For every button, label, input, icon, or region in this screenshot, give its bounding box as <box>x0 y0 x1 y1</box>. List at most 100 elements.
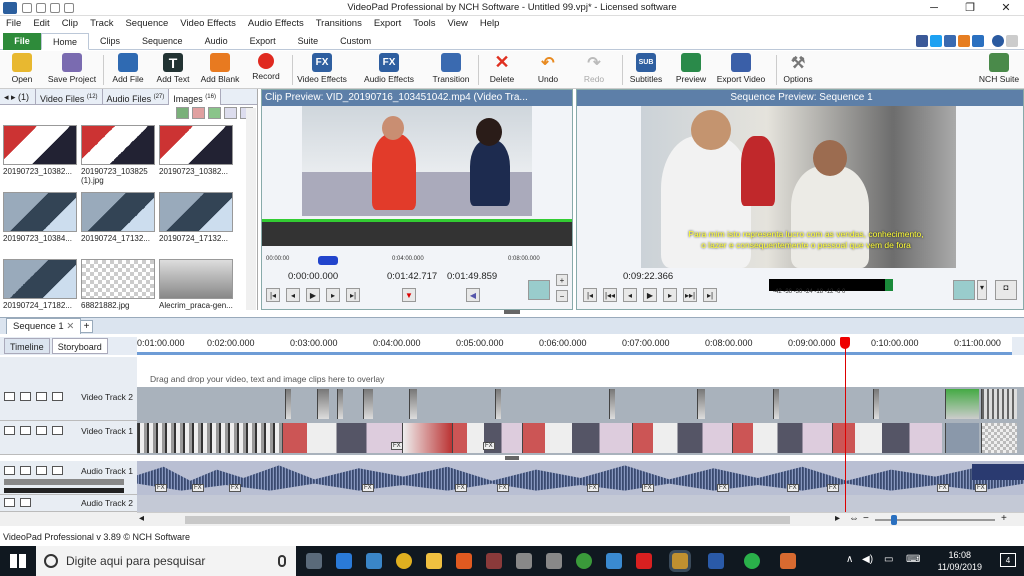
menu-transitions[interactable]: Transitions <box>310 16 368 31</box>
bin-item[interactable]: 20190723_10382... <box>159 125 237 188</box>
tab-suite[interactable]: Suite <box>287 33 330 50</box>
bin-item[interactable]: 20190723_10384... <box>3 192 81 255</box>
tab-home[interactable]: Home <box>41 32 90 50</box>
utorrent-icon[interactable] <box>576 553 592 569</box>
preview-button[interactable]: Preview <box>674 53 708 84</box>
menu-export[interactable]: Export <box>368 16 407 31</box>
tab-export[interactable]: Export <box>239 33 287 50</box>
whatsapp-icon[interactable] <box>744 553 760 569</box>
seq-display-dropdown-icon[interactable]: ▾ <box>977 280 987 300</box>
clip-mark-in-button[interactable]: ▼ <box>402 288 416 302</box>
track-splitter-handle[interactable] <box>505 456 519 460</box>
menu-audio-effects[interactable]: Audio Effects <box>242 16 310 31</box>
zoom-in-icon[interactable]: + <box>1001 513 1007 524</box>
taskbar-clock[interactable]: 16:08 11/09/2019 <box>938 549 982 573</box>
track-visibility-icon[interactable] <box>20 392 31 401</box>
video-clip[interactable] <box>632 423 732 453</box>
timeline-scrollbar[interactable]: ◂ ▸ ⇔ − + <box>137 512 1024 526</box>
scroll-thumb[interactable] <box>185 516 790 524</box>
menu-edit[interactable]: Edit <box>27 16 55 31</box>
help-icon[interactable] <box>992 35 1004 47</box>
audio-effects-button[interactable]: FX Audio Effects <box>362 53 416 84</box>
add-file-button[interactable]: Add File <box>110 53 146 84</box>
seq-display-mode-icon[interactable] <box>953 280 975 300</box>
zoom-slider-handle[interactable] <box>891 515 897 525</box>
track-volume-slider[interactable] <box>4 479 124 485</box>
zoom-out-icon[interactable]: − <box>863 513 869 524</box>
clip-place-on-sequence-icon[interactable] <box>528 280 550 300</box>
seq-prev-clip-button[interactable]: |◂◂ <box>603 288 617 302</box>
audio-clip[interactable] <box>972 464 1024 480</box>
scroll-left-icon[interactable]: ◂ <box>139 513 144 524</box>
menu-clip[interactable]: Clip <box>56 16 84 31</box>
bin-new-folder-icon[interactable] <box>208 107 221 119</box>
sequence-preview-video[interactable]: Para mim isto representa lucro com as ve… <box>641 106 956 268</box>
open-button[interactable]: Open <box>8 53 36 84</box>
bin-tab-all[interactable]: ◂ ▸ (1) <box>0 88 36 105</box>
minimize-button[interactable]: ─ <box>916 0 952 16</box>
sequence-tab[interactable]: Sequence 1 ✕ <box>6 318 82 334</box>
clip-end-button[interactable]: ▸| <box>346 288 360 302</box>
record-button[interactable]: Record <box>248 53 284 81</box>
transition-button[interactable]: Transition <box>430 53 472 84</box>
app-icon[interactable] <box>486 553 502 569</box>
track-lock-icon[interactable] <box>4 426 15 435</box>
video-track-1-lane[interactable]: FX FX <box>137 421 1024 455</box>
bin-tab-audio-files[interactable]: Audio Files (27) <box>103 88 170 105</box>
bin-list-view-icon[interactable] <box>224 107 237 119</box>
task-view-icon[interactable] <box>306 553 322 569</box>
tab-timeline[interactable]: Timeline <box>4 338 50 354</box>
track-lock-icon[interactable] <box>4 466 15 475</box>
bin-item[interactable]: 20190723_103825 (1).jpg <box>81 125 159 188</box>
track-visibility-icon[interactable] <box>20 426 31 435</box>
bin-add-icon[interactable] <box>176 107 189 119</box>
clip-play-button[interactable]: ▶ <box>306 288 320 302</box>
network-icon[interactable]: ▭ <box>884 554 893 565</box>
seq-start-button[interactable]: |◂ <box>583 288 597 302</box>
clip-in-out-marker[interactable] <box>318 256 338 265</box>
bin-item[interactable]: 20190724_17132... <box>81 192 159 255</box>
bin-item[interactable]: Alecrim_praca-gen... <box>159 259 237 322</box>
menu-tools[interactable]: Tools <box>407 16 441 31</box>
audio-track-1-lane[interactable]: FX FX FX FX FX FX FX FX FX FX FX FX FX <box>137 461 1024 495</box>
seq-step-back-button[interactable]: ◂ <box>623 288 637 302</box>
scroll-right-icon[interactable]: ▸ <box>835 513 840 524</box>
video-clip[interactable]: FX <box>452 423 522 453</box>
video-clip[interactable] <box>522 423 632 453</box>
tab-storyboard[interactable]: Storyboard <box>51 338 108 354</box>
audio-track-2-lane[interactable] <box>137 495 1024 512</box>
edge-icon[interactable] <box>336 553 352 569</box>
app-icon[interactable] <box>606 553 622 569</box>
fit-timeline-icon[interactable]: ⇔ <box>849 513 859 524</box>
bin-item[interactable]: 68821882.jpg <box>81 259 159 322</box>
video-clip[interactable]: FX <box>282 423 403 453</box>
microphone-icon[interactable] <box>278 555 286 567</box>
app-icon[interactable] <box>780 553 796 569</box>
clip-preview-video[interactable] <box>302 106 532 216</box>
clip-zoom-in-button[interactable]: + <box>556 274 568 286</box>
app-icon[interactable] <box>516 553 532 569</box>
options-button[interactable]: ⚒ Options <box>782 53 814 85</box>
seq-end-button[interactable]: ▸| <box>703 288 717 302</box>
track-pan-slider[interactable] <box>4 488 124 493</box>
video-effects-button[interactable]: FX Video Effects <box>296 53 348 84</box>
nch-suite-button[interactable]: NCH Suite <box>978 53 1020 84</box>
speaker-icon[interactable] <box>20 466 31 475</box>
track-blend-icon[interactable] <box>52 392 63 401</box>
export-video-button[interactable]: Export Video <box>716 53 766 84</box>
playhead-handle[interactable] <box>840 337 850 349</box>
linkedin-icon[interactable] <box>944 35 956 47</box>
video-clip[interactable] <box>337 389 343 419</box>
clip-step-forward-button[interactable]: ▸ <box>326 288 340 302</box>
timeline-ruler[interactable]: 0:01:00.000 0:02:00.000 0:03:00.000 0:04… <box>137 337 1012 355</box>
snapshot-camera-icon[interactable]: ◘ <box>995 280 1017 300</box>
share-icon[interactable] <box>972 35 984 47</box>
videopad-taskbar-icon[interactable] <box>672 553 688 569</box>
tab-clips[interactable]: Clips <box>89 33 131 50</box>
video-clip[interactable] <box>945 389 979 419</box>
video-clip[interactable] <box>981 389 1017 419</box>
menu-track[interactable]: Track <box>84 16 119 31</box>
video-clip[interactable] <box>402 423 452 453</box>
video-clip[interactable] <box>137 423 282 453</box>
track-lock-icon[interactable] <box>4 392 15 401</box>
